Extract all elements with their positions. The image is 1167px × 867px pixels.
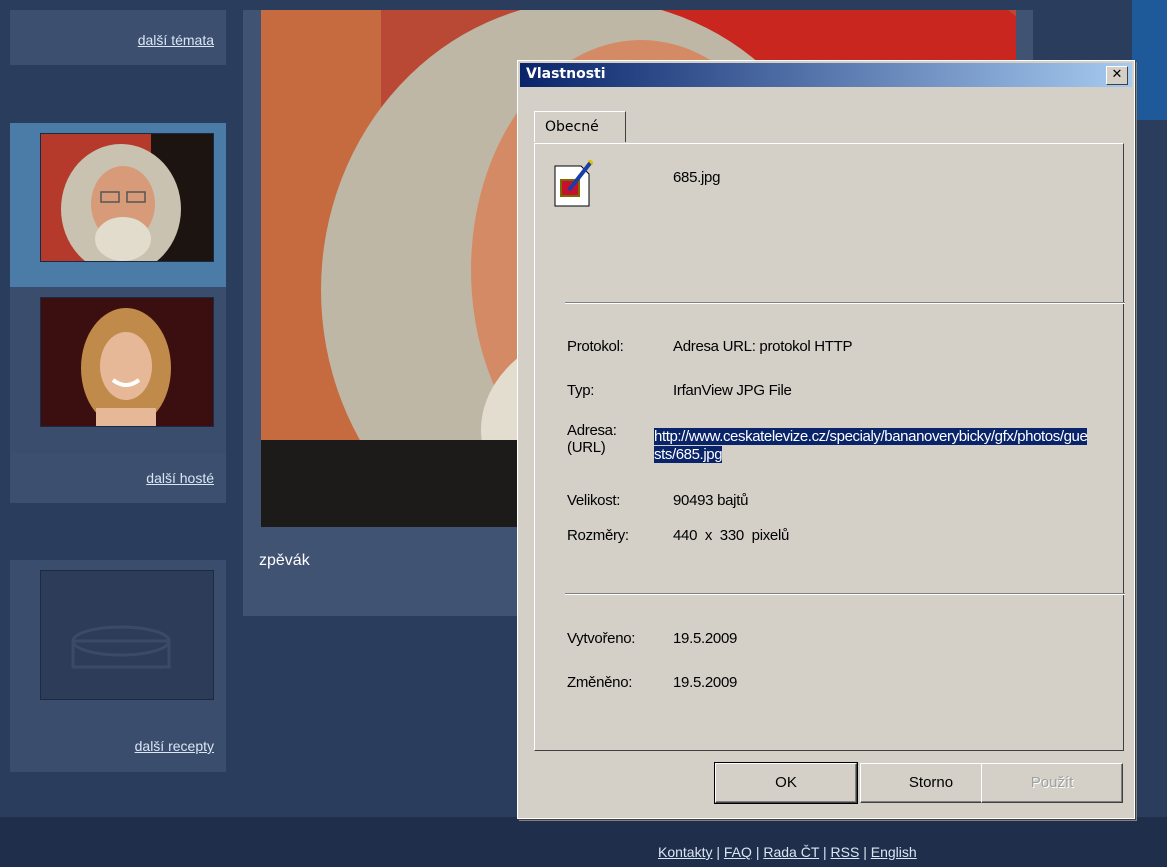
footer-link-rss[interactable]: RSS (831, 844, 860, 860)
separator-bottom (565, 593, 1125, 595)
protocol-value: Adresa URL: protokol HTTP (673, 338, 853, 355)
footer-separator: | (755, 844, 760, 860)
address-url-field[interactable]: http://www.ceskatelevize.cz/specialy/ban… (654, 428, 1094, 464)
footer-links: Kontakty | FAQ | Rada ČT | RSS | English (658, 844, 917, 860)
modified-label: Změněno: (567, 674, 633, 691)
footer-link-council[interactable]: Rada ČT (763, 844, 819, 860)
dialog-title: Vlastnosti (526, 66, 606, 82)
close-icon: ✕ (1111, 67, 1123, 82)
footer-link-english[interactable]: English (871, 844, 917, 860)
guest-photo-singer[interactable] (40, 133, 214, 262)
dialog-titlebar[interactable]: Vlastnosti ✕ (520, 63, 1132, 87)
footer-separator: | (863, 844, 867, 860)
apply-button[interactable]: Použít (981, 763, 1123, 803)
address-label: Adresa: (URL) (567, 422, 617, 456)
guest-photo-woman[interactable] (40, 297, 214, 427)
footer-separator: | (823, 844, 827, 860)
address-url-value[interactable]: http://www.ceskatelevize.cz/specialy/ban… (654, 428, 1088, 463)
type-label: Typ: (567, 382, 595, 399)
close-button[interactable]: ✕ (1106, 66, 1128, 85)
protocol-label: Protokol: (567, 338, 624, 355)
right-side-panel (1132, 0, 1167, 120)
ok-button[interactable]: OK (714, 762, 858, 804)
photo-caption: zpěvák (259, 552, 310, 569)
footer-link-faq[interactable]: FAQ (724, 844, 752, 860)
separator-top (565, 302, 1125, 304)
type-value: IrfanView JPG File (673, 382, 792, 399)
tab-general-label: Obecné (545, 119, 599, 135)
properties-dialog: Vlastnosti ✕ Obecné 685.jpg Protokol: Ad… (517, 60, 1135, 819)
created-value: 19.5.2009 (673, 630, 738, 647)
guests-panel: další hosté (10, 123, 226, 503)
file-name: 685.jpg (673, 169, 721, 186)
more-recipes-link[interactable]: další recepty (135, 738, 214, 754)
dimensions-label: Rozměry: (567, 527, 629, 544)
size-value: 90493 bajtů (673, 492, 749, 509)
recipes-panel: další recepty (10, 560, 226, 772)
tab-general[interactable]: Obecné (534, 111, 626, 142)
topics-panel: další témata (10, 10, 226, 65)
recipe-photo[interactable] (40, 570, 214, 700)
more-guests-link[interactable]: další hosté (146, 470, 214, 486)
modified-value: 19.5.2009 (673, 674, 738, 691)
dimensions-value: 440 x 330 pixelů (673, 527, 790, 544)
more-topics-link[interactable]: další témata (138, 32, 214, 48)
footer-separator: | (716, 844, 721, 860)
size-label: Velikost: (567, 492, 621, 509)
image-file-icon (553, 158, 595, 208)
footer-link-contacts[interactable]: Kontakty (658, 844, 712, 860)
created-label: Vytvořeno: (567, 630, 636, 647)
footer-bar (0, 817, 1167, 867)
